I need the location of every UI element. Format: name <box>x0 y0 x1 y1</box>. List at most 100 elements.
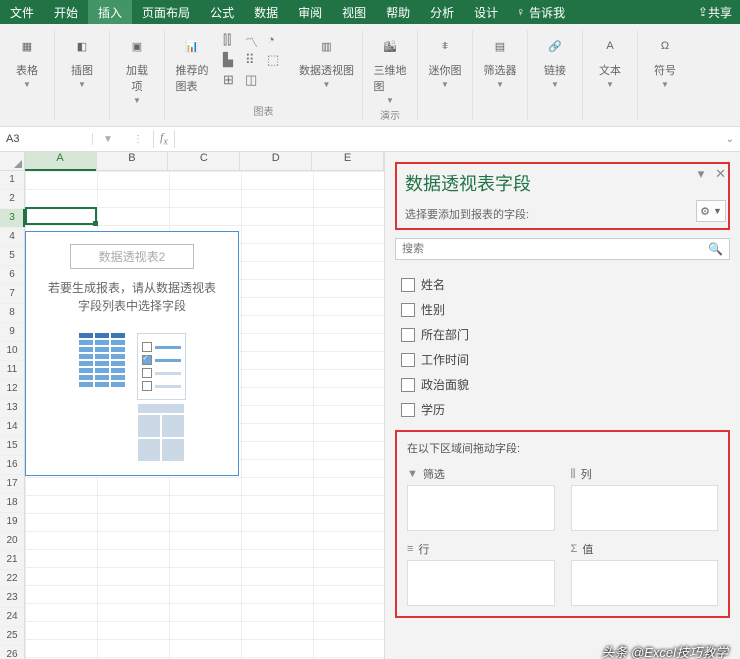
field-search[interactable]: 🔍 <box>395 238 730 260</box>
col-header-B[interactable]: B <box>97 152 169 170</box>
field-item[interactable]: 性别 <box>399 297 726 322</box>
tab-insert[interactable]: 插入 <box>88 0 132 24</box>
addins-button[interactable]: ▣加载 项▼ <box>116 30 158 107</box>
pane-settings-button[interactable]: ⚙▼ <box>696 200 726 222</box>
chart-gallery[interactable]: ⫿⫿ 〽 ◔ ▙ ⠿ ⬚ ⊞ ◫ <box>223 32 287 90</box>
symbol-button[interactable]: Ω符号▼ <box>644 30 686 91</box>
row-header[interactable]: 17 <box>0 475 24 494</box>
name-box[interactable]: A3 <box>0 133 93 145</box>
values-drop-area[interactable]: Σ值 <box>571 541 719 606</box>
field-item[interactable]: 学历 <box>399 397 726 422</box>
col-header-A[interactable]: A <box>25 152 97 170</box>
tab-layout[interactable]: 页面布局 <box>132 0 200 24</box>
active-cell[interactable] <box>25 207 97 225</box>
pie-chart-icon[interactable]: ◔ <box>267 32 287 50</box>
col-header-E[interactable]: E <box>312 152 384 170</box>
rows-drop-area[interactable]: ≡行 <box>407 541 555 606</box>
row-header[interactable]: 14 <box>0 418 24 437</box>
text-label: 文本 <box>599 62 621 78</box>
tab-analyze[interactable]: 分析 <box>420 0 464 24</box>
tab-data[interactable]: 数据 <box>244 0 288 24</box>
row-header[interactable]: 5 <box>0 247 24 266</box>
field-label: 性别 <box>421 301 445 318</box>
row-header[interactable]: 16 <box>0 456 24 475</box>
row-header[interactable]: 3 <box>0 209 24 228</box>
row-header[interactable]: 22 <box>0 570 24 589</box>
tab-home[interactable]: 开始 <box>44 0 88 24</box>
select-all-corner[interactable] <box>0 152 25 170</box>
stock-chart-icon[interactable]: ⊞ <box>223 72 243 90</box>
link-button[interactable]: 🔗链接▼ <box>534 30 576 91</box>
tab-review[interactable]: 审阅 <box>288 0 332 24</box>
tab-design[interactable]: 设计 <box>464 0 508 24</box>
pivotchart-button[interactable]: ▥数据透视图▼ <box>297 30 356 91</box>
row-header[interactable]: 1 <box>0 171 24 190</box>
field-item[interactable]: 所在部门 <box>399 322 726 347</box>
col-header-D[interactable]: D <box>240 152 312 170</box>
row-header[interactable]: 24 <box>0 608 24 627</box>
row-header[interactable]: 7 <box>0 285 24 304</box>
row-header[interactable]: 6 <box>0 266 24 285</box>
row-header[interactable]: 11 <box>0 361 24 380</box>
scatter-chart-icon[interactable]: ⠿ <box>245 52 265 70</box>
row-header[interactable]: 2 <box>0 190 24 209</box>
illustrations-button[interactable]: ◧插图▼ <box>61 30 103 91</box>
row-header[interactable]: 10 <box>0 342 24 361</box>
tab-tellme[interactable]: ♀告诉我 <box>508 0 573 24</box>
row-header[interactable]: 25 <box>0 627 24 646</box>
row-header[interactable]: 12 <box>0 380 24 399</box>
values-label: 值 <box>582 541 593 557</box>
row-header[interactable]: 23 <box>0 589 24 608</box>
checkbox-icon[interactable] <box>401 353 415 367</box>
combo-chart-icon[interactable]: ◫ <box>245 72 265 90</box>
row-header[interactable]: 21 <box>0 551 24 570</box>
fx-button[interactable]: fx <box>153 130 175 147</box>
field-item[interactable]: 工作时间 <box>399 347 726 372</box>
recommended-charts-button[interactable]: 📊推荐的 图表 <box>171 30 213 96</box>
sparkline-button[interactable]: ⩨迷你图▼ <box>424 30 466 91</box>
tellme-label: 告诉我 <box>529 4 565 21</box>
tab-formula[interactable]: 公式 <box>200 0 244 24</box>
line-chart-icon[interactable]: 〽 <box>245 32 265 50</box>
bar-chart-icon[interactable]: ⫿⫿ <box>223 32 243 50</box>
checkbox-icon[interactable] <box>401 303 415 317</box>
field-item[interactable]: 姓名 <box>399 272 726 297</box>
row-header[interactable]: 9 <box>0 323 24 342</box>
checkbox-icon[interactable] <box>401 403 415 417</box>
row-header[interactable]: 8 <box>0 304 24 323</box>
checkbox-icon[interactable] <box>401 328 415 342</box>
row-header[interactable]: 13 <box>0 399 24 418</box>
checkbox-icon[interactable] <box>401 278 415 292</box>
tab-view[interactable]: 视图 <box>332 0 376 24</box>
tab-share[interactable]: ⇪ 共享 <box>690 0 740 24</box>
slicer-button[interactable]: ▤筛选器▼ <box>479 30 521 91</box>
filter-drop-area[interactable]: ▼筛选 <box>407 466 555 531</box>
cell-grid[interactable]: 数据透视表2 若要生成报表，请从数据透视表字段列表中选择字段 <box>25 171 384 659</box>
checkbox-icon[interactable] <box>401 378 415 392</box>
row-header[interactable]: 19 <box>0 513 24 532</box>
formula-expand[interactable]: ⌄ <box>720 134 740 145</box>
formula-input[interactable] <box>175 133 720 145</box>
text-button[interactable]: A文本▼ <box>589 30 631 91</box>
area-chart-icon[interactable]: ▙ <box>223 52 243 70</box>
row-header[interactable]: 20 <box>0 532 24 551</box>
rows-label: 行 <box>418 541 429 557</box>
map-chart-icon[interactable]: ⬚ <box>267 52 287 70</box>
highlight-box-1: 数据透视表字段 选择要添加到报表的字段: <box>395 162 730 230</box>
pane-close-button[interactable]: ▾ ✕ <box>698 166 726 182</box>
namebox-dropdown[interactable]: ▼ <box>93 134 123 145</box>
col-header-C[interactable]: C <box>168 152 240 170</box>
columns-drop-area[interactable]: ⫼列 <box>571 466 719 531</box>
3dmap-button[interactable]: 🏙三维地 图▼ <box>369 30 411 107</box>
pane-subtitle: 选择要添加到报表的字段: <box>405 206 720 222</box>
row-header[interactable]: 4 <box>0 228 24 247</box>
tab-help[interactable]: 帮助 <box>376 0 420 24</box>
row-header[interactable]: 26 <box>0 646 24 659</box>
row-header[interactable]: 18 <box>0 494 24 513</box>
row-header[interactable]: 15 <box>0 437 24 456</box>
field-search-input[interactable] <box>396 239 702 259</box>
field-item[interactable]: 政治面貌 <box>399 372 726 397</box>
tab-file[interactable]: 文件 <box>0 0 44 24</box>
pivottable-placeholder[interactable]: 数据透视表2 若要生成报表，请从数据透视表字段列表中选择字段 <box>25 231 239 476</box>
tables-button[interactable]: ▦表格▼ <box>6 30 48 91</box>
